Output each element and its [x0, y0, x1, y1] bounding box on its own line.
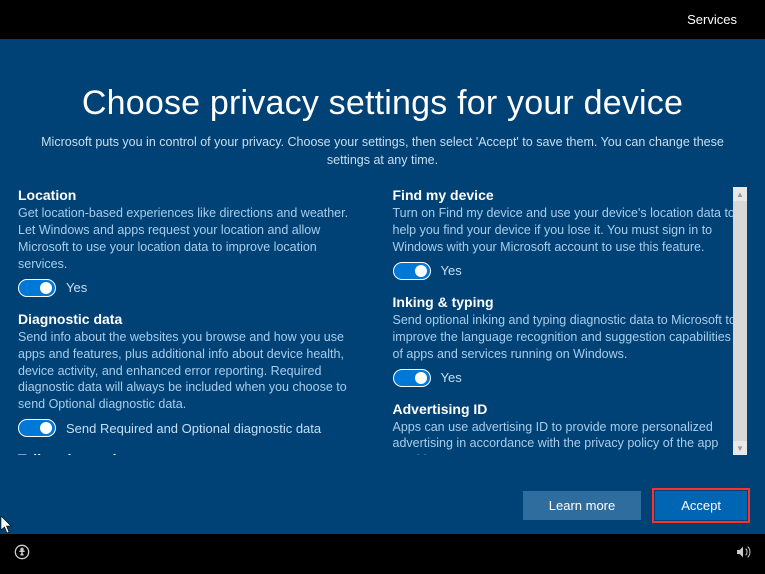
- toggle-label: Yes: [441, 370, 462, 385]
- setting-description: Turn on Find my device and use your devi…: [393, 205, 744, 256]
- bottom-bar: [0, 534, 765, 574]
- toggle-diagnostic-data[interactable]: [18, 419, 56, 437]
- tab-services[interactable]: Services: [679, 12, 745, 27]
- setting-description: Get location-based experiences like dire…: [18, 205, 369, 273]
- setting-description: Apps can use advertising ID to provide m…: [393, 419, 744, 456]
- setting-diagnostic-data: Diagnostic data Send info about the webs…: [18, 311, 369, 437]
- setting-title: Inking & typing: [393, 294, 744, 310]
- toggle-inking-typing[interactable]: [393, 369, 431, 387]
- footer-buttons: Learn more Accept: [523, 491, 747, 520]
- setting-description: Send info about the websites you browse …: [18, 329, 369, 413]
- scroll-track[interactable]: [733, 201, 747, 441]
- toggle-label: Yes: [66, 280, 87, 295]
- setting-description: Send optional inking and typing diagnost…: [393, 312, 744, 363]
- page-subtitle: Microsoft puts you in control of your pr…: [33, 133, 733, 169]
- settings-left-column: Location Get location-based experiences …: [18, 187, 369, 455]
- setting-title: Location: [18, 187, 369, 203]
- main-panel: Choose privacy settings for your device …: [0, 40, 765, 534]
- setting-title: Diagnostic data: [18, 311, 369, 327]
- setting-tailored-experiences: Tailored experiences Let Microsoft use y…: [18, 451, 369, 455]
- toggle-label: Yes: [441, 263, 462, 278]
- setting-advertising-id: Advertising ID Apps can use advertising …: [393, 401, 744, 456]
- setting-find-my-device: Find my device Turn on Find my device an…: [393, 187, 744, 280]
- settings-right-column: Find my device Turn on Find my device an…: [393, 187, 744, 455]
- page-title: Choose privacy settings for your device: [18, 84, 747, 123]
- accessibility-icon[interactable]: [14, 544, 30, 565]
- setting-location: Location Get location-based experiences …: [18, 187, 369, 297]
- toggle-location[interactable]: [18, 279, 56, 297]
- setting-inking-typing: Inking & typing Send optional inking and…: [393, 294, 744, 387]
- accept-button[interactable]: Accept: [655, 491, 747, 520]
- toggle-label: Send Required and Optional diagnostic da…: [66, 421, 321, 436]
- toggle-find-my-device[interactable]: [393, 262, 431, 280]
- setting-title: Advertising ID: [393, 401, 744, 417]
- scroll-up-icon[interactable]: ▲: [733, 187, 747, 201]
- setting-title: Find my device: [393, 187, 744, 203]
- vertical-scrollbar[interactable]: ▲ ▼: [733, 187, 747, 455]
- top-bar: Services: [0, 0, 765, 40]
- setting-title: Tailored experiences: [18, 451, 369, 455]
- scroll-down-icon[interactable]: ▼: [733, 441, 747, 455]
- volume-icon[interactable]: [735, 544, 751, 565]
- learn-more-button[interactable]: Learn more: [523, 491, 641, 520]
- settings-scroll-area: Location Get location-based experiences …: [18, 187, 747, 455]
